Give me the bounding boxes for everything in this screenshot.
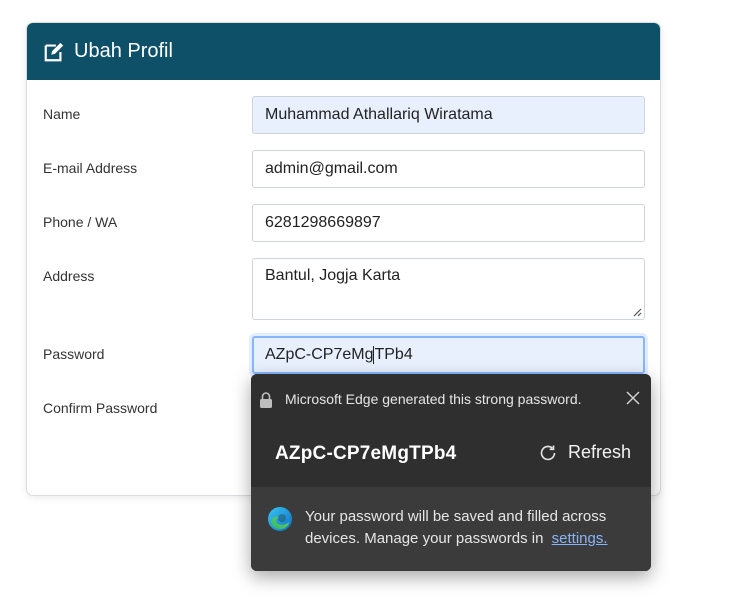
page-title: Ubah Profil — [74, 40, 173, 62]
address-textarea[interactable]: Bantul, Jogja Karta — [252, 258, 645, 320]
refresh-icon — [540, 445, 556, 460]
password-value: AZpC-CP7eMgTPb4 — [265, 345, 413, 364]
refresh-button[interactable]: Refresh — [538, 442, 631, 463]
edit-icon — [44, 42, 64, 61]
popup-message: Your password will be saved and filled a… — [305, 506, 635, 550]
refresh-label: Refresh — [567, 442, 631, 462]
phone-label: Phone / WA — [43, 214, 118, 230]
settings-link[interactable]: settings. — [552, 530, 608, 547]
edge-logo-icon — [268, 507, 292, 531]
name-value: Muhammad Athallariq Wiratama — [265, 106, 493, 123]
popup-top-section: Microsoft Edge generated this strong pas… — [251, 374, 651, 487]
email-field[interactable]: admin@gmail.com — [252, 150, 645, 188]
close-icon[interactable] — [626, 391, 640, 405]
popup-bottom-section: Your password will be saved and filled a… — [251, 487, 651, 571]
popup-title: Microsoft Edge generated this strong pas… — [285, 391, 582, 407]
password-field[interactable]: AZpC-CP7eMgTPb4 — [252, 336, 645, 374]
card-header: Ubah Profil — [27, 23, 660, 80]
name-field[interactable]: Muhammad Athallariq Wiratama — [252, 96, 645, 134]
generated-password[interactable]: AZpC-CP7eMgTPb4 — [275, 443, 456, 465]
phone-value: 6281298669897 — [265, 214, 381, 231]
address-label: Address — [43, 268, 95, 284]
phone-field[interactable]: 6281298669897 — [252, 204, 645, 242]
email-label: E-mail Address — [43, 160, 138, 176]
address-value: Bantul, Jogja Karta — [265, 267, 401, 284]
password-label: Password — [43, 346, 105, 362]
email-value: admin@gmail.com — [265, 160, 398, 177]
lock-icon — [260, 392, 272, 408]
confirm-password-label: Confirm Password — [43, 400, 158, 416]
name-label: Name — [43, 106, 81, 122]
edge-password-popup: Microsoft Edge generated this strong pas… — [251, 374, 651, 571]
resize-grip-icon[interactable] — [632, 307, 642, 317]
